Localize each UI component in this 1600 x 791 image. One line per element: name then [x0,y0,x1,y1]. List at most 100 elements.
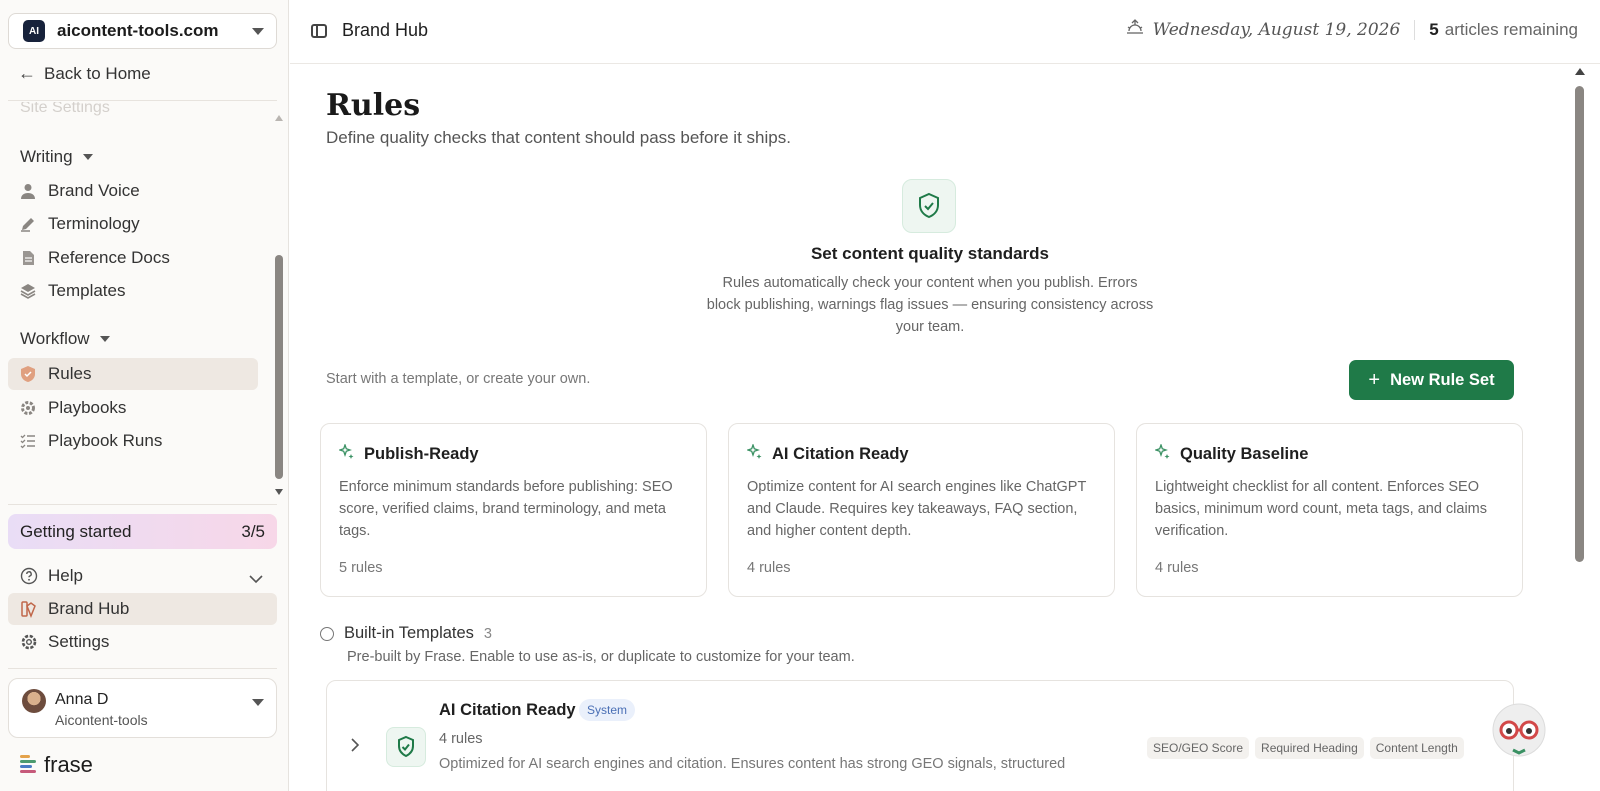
avatar [22,689,46,713]
sidebar-item-site-settings[interactable]: Site Settings [20,102,110,117]
sunrise-icon [1126,19,1144,40]
section-writing[interactable]: Writing [20,147,93,167]
rule-tags: SEO/GEO Score Required Heading Content L… [1147,737,1470,759]
sidebar-item-label: Settings [48,632,110,651]
user-menu[interactable]: Anna D Aicontent-tools [8,678,277,738]
brand-hub-icon [20,600,38,618]
help-icon [20,567,38,585]
system-badge: System [579,699,636,721]
sidebar-item-templates[interactable]: Templates [8,275,258,307]
plus-icon: + [1368,368,1381,391]
empty-state-title: Set content quality standards [810,244,1050,263]
sidebar-nav-scroll[interactable]: Site Settings Writing Brand Voice Termin… [0,102,271,500]
getting-started-label: Getting started [20,521,132,541]
rule-set-row[interactable]: AI Citation Ready System 4 rules Optimiz… [326,680,1514,791]
back-to-home-link[interactable]: ← Back to Home [18,63,151,84]
articles-remaining-label: articles remaining [1444,19,1578,39]
sidebar-item-reference-docs[interactable]: Reference Docs [8,242,258,274]
new-rule-set-button[interactable]: + New Rule Set [1349,360,1514,400]
scrollbar-thumb[interactable] [1575,86,1584,562]
site-name: aicontent-tools.com [57,21,219,40]
sidebar-item-playbooks[interactable]: Playbooks [8,392,258,424]
template-card-quality-baseline[interactable]: Quality Baseline Lightweight checklist f… [1136,423,1523,597]
sidebar-item-brand-hub[interactable]: Brand Hub [8,593,277,625]
sidebar-scrollbar[interactable] [274,115,284,495]
sidebar-item-settings[interactable]: Settings [8,626,277,658]
gear-icon [20,400,36,416]
divider [1414,19,1416,40]
sidebar-item-help[interactable]: Help [8,560,277,592]
user-name: Anna D [55,691,109,708]
chevron-down-icon [249,569,263,589]
template-rule-count: 4 rules [1155,560,1199,576]
template-name: Quality Baseline [1180,445,1309,463]
frase-logo-icon [20,754,38,776]
frase-logo-text: frase [44,752,93,777]
sidebar-divider [8,100,277,101]
start-hint: Start with a template, or create your ow… [326,371,591,387]
document-icon [20,250,36,266]
sidebar-item-label: Terminology [48,214,140,233]
scroll-up-arrow-icon[interactable] [275,115,283,121]
sidebar: AI aicontent-tools.com ← Back to Home Si… [0,0,289,791]
sidebar-item-label: Rules [48,364,92,383]
radio-toggle[interactable] [320,626,334,641]
site-logo-icon: AI [23,20,45,42]
template-card-publish-ready[interactable]: Publish-Ready Enforce minimum standards … [320,423,707,597]
getting-started-progress: 3/5 [241,521,265,541]
sidebar-item-label: Brand Voice [48,181,140,200]
scroll-up-arrow-icon[interactable] [1575,68,1585,75]
rule-set-description: Optimized for AI search engines and cita… [439,756,1066,772]
shield-check-icon [902,179,956,233]
assistant-mascot-icon[interactable] [1487,700,1551,764]
sparkle-icon [1154,443,1171,465]
sidebar-divider [8,504,277,505]
chevron-down-icon [252,27,264,35]
shield-check-icon [386,727,426,767]
sparkle-icon [338,443,355,465]
sidebar-item-label: Playbook Runs [48,431,163,450]
rule-set-count: 4 rules [439,731,483,747]
sidebar-toggle-icon[interactable] [311,24,327,38]
rules-subtitle: Define quality checks that content shoul… [326,128,791,147]
chevron-down-icon [99,336,110,342]
sidebar-item-label: Brand Hub [48,599,130,618]
current-date: Wednesday, August 19, 2026 [1152,19,1401,40]
main-scrollbar[interactable] [1573,68,1585,791]
getting-started-banner[interactable]: Getting started 3/5 [8,514,277,549]
scroll-down-arrow-icon[interactable] [275,489,283,495]
builtin-templates-subtitle: Pre-built by Frase. Enable to use as-is,… [347,649,855,665]
chevron-right-icon[interactable] [351,738,360,757]
sparkle-icon [746,443,763,465]
new-rule-set-label: New Rule Set [1390,370,1495,389]
template-rule-count: 4 rules [747,560,791,576]
main-content[interactable]: Rules Define quality checks that content… [290,64,1570,791]
template-rule-count: 5 rules [339,560,383,576]
back-to-home-label: Back to Home [44,63,151,83]
section-writing-label: Writing [20,147,73,166]
section-workflow[interactable]: Workflow [20,329,110,349]
sidebar-item-brand-voice[interactable]: Brand Voice [8,175,258,207]
template-description: Enforce minimum standards before publish… [339,479,673,539]
user-org: Aicontent-tools [55,712,148,728]
site-switcher[interactable]: AI aicontent-tools.com [8,13,277,49]
rule-set-title: AI Citation Ready [439,701,576,719]
chevron-down-icon [252,699,264,706]
builtin-templates-toggle[interactable]: Built-in Templates 3 [320,624,492,643]
app-root: AI aicontent-tools.com ← Back to Home Si… [0,0,1600,791]
sidebar-divider [8,668,277,669]
articles-remaining-count: 5 [1429,19,1439,39]
empty-state-description: Rules automatically check your content w… [706,275,1154,335]
template-description: Lightweight checklist for all content. E… [1155,479,1488,539]
page-title: Brand Hub [342,20,429,40]
template-description: Optimize content for AI search engines l… [747,479,1087,539]
sidebar-item-terminology[interactable]: Terminology [8,208,258,240]
template-name: Publish-Ready [364,445,479,463]
sidebar-item-playbook-runs[interactable]: Playbook Runs [8,425,258,457]
scrollbar-thumb[interactable] [275,255,283,479]
builtin-templates-count: 3 [483,625,492,642]
section-workflow-label: Workflow [20,329,90,348]
rule-tag: Required Heading [1255,737,1364,759]
template-card-ai-citation-ready[interactable]: AI Citation Ready Optimize content for A… [728,423,1115,597]
sidebar-item-rules[interactable]: Rules [8,358,258,390]
